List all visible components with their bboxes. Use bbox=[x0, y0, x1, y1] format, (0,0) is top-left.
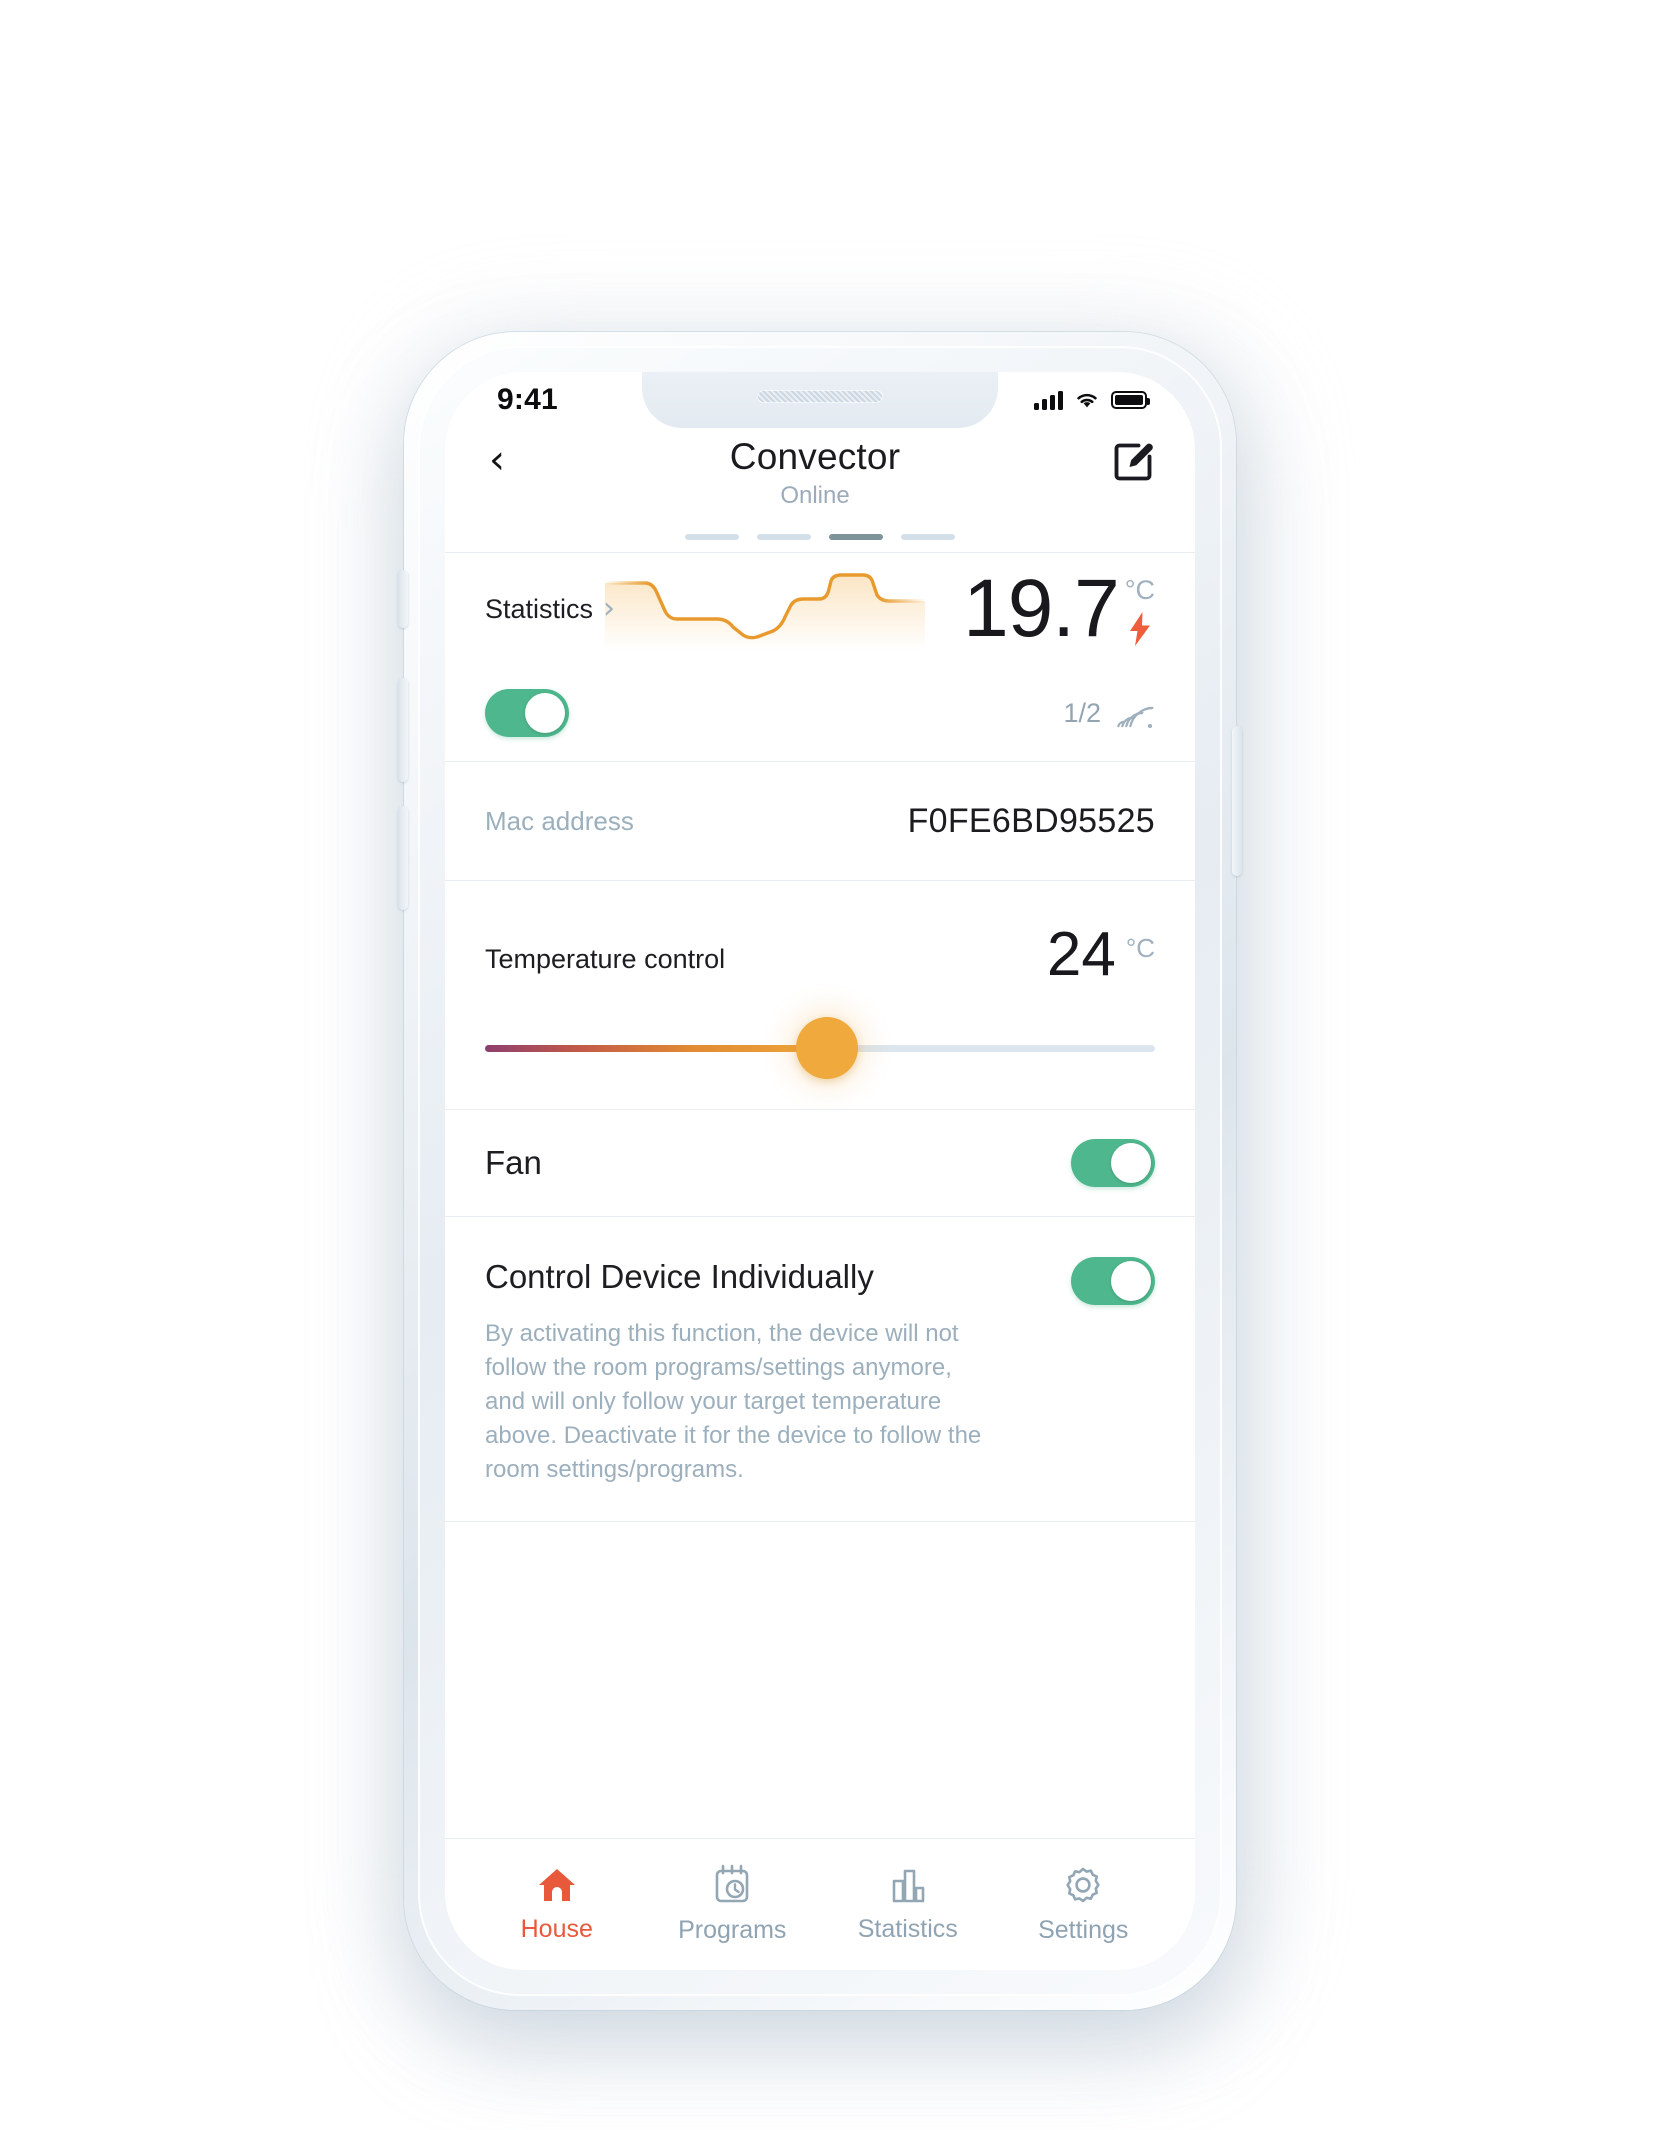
temperature-control-section: Temperature control 24 °C bbox=[445, 881, 1195, 1109]
fan-section: Fan bbox=[445, 1110, 1195, 1216]
mac-address-row: Mac address F0FE6BD95525 bbox=[485, 762, 1155, 880]
current-temperature-unit: °C bbox=[1124, 575, 1155, 606]
temperature-sparkline bbox=[605, 573, 925, 651]
mac-address-value: F0FE6BD95525 bbox=[907, 801, 1155, 840]
status-bar: 9:41 bbox=[445, 372, 1195, 428]
tab-programs-label: Programs bbox=[678, 1916, 787, 1944]
silent-switch[interactable] bbox=[398, 570, 408, 628]
page-dot-1[interactable] bbox=[757, 534, 811, 540]
device-status-text: Online bbox=[780, 481, 850, 509]
edit-pencil-icon[interactable] bbox=[1111, 440, 1155, 484]
control-device-title: Control Device Individually bbox=[485, 1257, 874, 1295]
volume-down-button[interactable] bbox=[398, 806, 408, 910]
page-dot-3[interactable] bbox=[901, 534, 955, 540]
app-header: ‹ Convector Online bbox=[445, 428, 1195, 524]
statistics-link[interactable]: Statistics › bbox=[485, 594, 615, 625]
device-power-toggle[interactable] bbox=[485, 689, 569, 737]
tab-programs[interactable]: Programs bbox=[652, 1864, 812, 1945]
target-temperature-unit: °C bbox=[1125, 933, 1155, 963]
page-dot-0[interactable] bbox=[685, 534, 739, 540]
signal-icon bbox=[1034, 390, 1063, 410]
house-icon bbox=[538, 1869, 575, 1901]
devices-count: 1/2 bbox=[1063, 697, 1101, 728]
target-temperature: 24 °C bbox=[1046, 920, 1155, 989]
statistics-row: Statistics › 19.7 °C bbox=[485, 553, 1155, 665]
fan-toggle[interactable] bbox=[1071, 1138, 1155, 1187]
target-temperature-value: 24 bbox=[1046, 920, 1116, 989]
current-temperature: 19.7 °C bbox=[963, 563, 1155, 655]
wifi-icon bbox=[1077, 393, 1097, 408]
mac-address-section: Mac address F0FE6BD95525 bbox=[445, 762, 1195, 880]
tab-settings-label: Settings bbox=[1038, 1916, 1129, 1944]
devices-signal-group: 1/2 bbox=[1063, 695, 1155, 731]
phone-screen: 9:41 ‹ Convector Online Statistics › 19.… bbox=[445, 372, 1195, 1970]
tab-statistics-label: Statistics bbox=[857, 1915, 958, 1943]
power-toggle-row: 1/2 bbox=[485, 665, 1155, 761]
tab-statistics[interactable]: Statistics bbox=[828, 1865, 988, 1944]
lightning-bolt-icon bbox=[1129, 612, 1150, 647]
battery-icon bbox=[1111, 391, 1150, 409]
page-indicator[interactable] bbox=[445, 534, 1195, 552]
temperature-control-label: Temperature control bbox=[485, 943, 726, 974]
slider-thumb[interactable] bbox=[795, 1016, 858, 1079]
tab-house-label: House bbox=[520, 1915, 593, 1943]
control-device-individually-section: Control Device Individually By activatin… bbox=[445, 1217, 1195, 1521]
statistics-label: Statistics bbox=[485, 593, 594, 624]
temperature-control-header: Temperature control 24 °C bbox=[485, 881, 1155, 989]
wifi-signal-icon bbox=[1117, 706, 1154, 728]
volume-up-button[interactable] bbox=[398, 678, 408, 782]
statistics-card: Statistics › 19.7 °C 1/2 bbox=[445, 553, 1195, 761]
control-device-header: Control Device Individually bbox=[485, 1256, 1155, 1305]
chevron-right-icon: › bbox=[603, 591, 616, 626]
bar-chart-icon bbox=[892, 1869, 925, 1903]
status-icons bbox=[1034, 390, 1150, 410]
fan-row: Fan bbox=[485, 1110, 1155, 1216]
control-device-description: By activating this function, the device … bbox=[485, 1319, 982, 1484]
page-dot-2[interactable] bbox=[829, 534, 883, 540]
gear-icon bbox=[1066, 1867, 1100, 1903]
tab-settings[interactable]: Settings bbox=[1003, 1864, 1163, 1945]
current-temperature-value: 19.7 bbox=[963, 563, 1120, 655]
header-titles: Convector Online bbox=[519, 436, 1111, 510]
status-time: 9:41 bbox=[497, 383, 558, 416]
mac-address-label: Mac address bbox=[485, 805, 634, 836]
bottom-tab-bar: House Programs Statistics Settings bbox=[445, 1838, 1195, 1970]
back-button[interactable]: ‹ bbox=[485, 434, 519, 486]
slider-track-fill bbox=[485, 1044, 827, 1052]
temperature-slider[interactable] bbox=[485, 989, 1155, 1109]
calendar-clock-icon bbox=[715, 1864, 749, 1903]
tab-house[interactable]: House bbox=[477, 1865, 637, 1944]
power-button[interactable] bbox=[1232, 726, 1242, 876]
control-device-individually-toggle[interactable] bbox=[1071, 1256, 1155, 1305]
fan-label: Fan bbox=[485, 1143, 542, 1181]
page-title: Convector bbox=[729, 436, 901, 477]
